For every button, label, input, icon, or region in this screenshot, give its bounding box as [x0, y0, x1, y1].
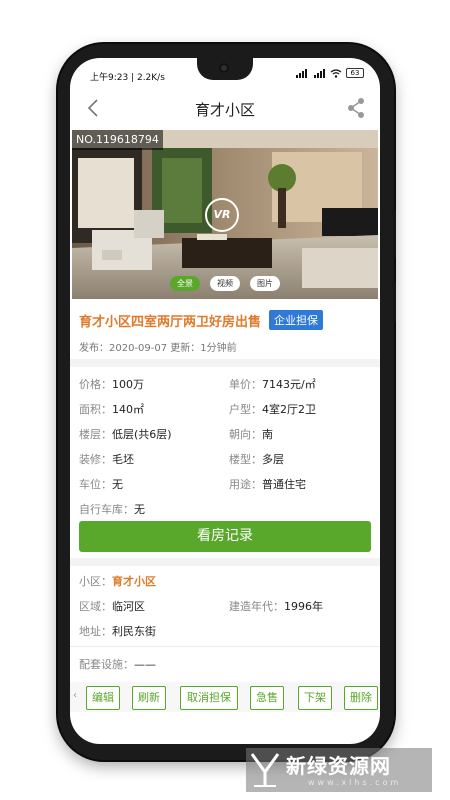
viewing-record-button[interactable]: 看房记录: [79, 521, 371, 552]
section-divider: [70, 359, 380, 367]
watermark-url: www.xlhs.com: [308, 778, 402, 787]
detail-decoration: 装修：毛坯: [79, 453, 134, 466]
detail-area: 面积：140㎡: [79, 403, 144, 416]
detail-building-type: 楼型：多层: [229, 453, 284, 466]
detail-price: 价格：100万: [79, 378, 144, 391]
watermark-logo: [250, 753, 280, 787]
detail-bike-garage: 自行车库：无: [79, 503, 145, 516]
listing-number: NO.119618794: [72, 130, 163, 150]
delete-button[interactable]: 删除: [344, 686, 378, 710]
nav-bar: 育才小区: [70, 92, 380, 126]
listing-title-row: 育才小区四室两厅两卫好房出售 企业担保: [79, 310, 324, 330]
wifi-icon: [330, 68, 342, 78]
refresh-button[interactable]: 刷新: [132, 686, 166, 710]
scroll-left-icon[interactable]: ‹: [73, 690, 77, 701]
detail-layout: 户型：4室2厅2卫: [229, 403, 316, 416]
front-camera: [219, 63, 229, 73]
community-name: 小区：育才小区: [79, 575, 156, 588]
row-divider: [70, 646, 380, 647]
community-build-year: 建造年代：1996年: [229, 600, 323, 613]
status-time: 上午9:23 | 2.2K/s: [90, 73, 165, 83]
detail-orientation: 朝向：南: [229, 428, 273, 441]
guarantee-badge: 企业担保: [269, 310, 324, 330]
detail-parking: 车位：无: [79, 478, 123, 491]
edit-button[interactable]: 编辑: [86, 686, 120, 710]
volume-button: [393, 282, 396, 322]
battery-icon: 63: [346, 68, 364, 78]
vr-icon[interactable]: VR: [205, 198, 239, 232]
action-bar: ‹ 编辑 刷新 取消担保 急售 下架 删除: [70, 682, 380, 712]
tab-photos[interactable]: 图片: [250, 276, 280, 291]
detail-usage: 用途：普通住宅: [229, 478, 306, 491]
page-title: 育才小区: [194, 101, 255, 119]
detail-unit-price: 单价：7143元/㎡: [229, 378, 316, 391]
signal-icon: [296, 68, 307, 78]
publish-info: 发布：2020-09-07 更新：1分钟前: [79, 343, 237, 354]
listing-title: 育才小区四室两厅两卫好房出售: [79, 314, 262, 330]
power-button: [393, 210, 396, 258]
unlist-button[interactable]: 下架: [298, 686, 332, 710]
watermark-text: 新绿资源网: [286, 754, 391, 778]
share-icon[interactable]: [346, 97, 366, 119]
media-tabs: 全景 视频 图片: [70, 276, 380, 291]
cancel-guarantee-button[interactable]: 取消担保: [180, 686, 238, 710]
community-district: 区域：临河区: [79, 600, 145, 613]
detail-floor: 楼层：低层(共6层): [79, 428, 172, 441]
tab-video[interactable]: 视频: [210, 276, 240, 291]
section-divider-2: [70, 558, 380, 566]
tab-panorama[interactable]: 全景: [170, 276, 200, 291]
community-address: 地址：利民东街: [79, 625, 156, 638]
community-facilities: 配套设施：——: [79, 658, 156, 671]
signal-icon-2: [314, 68, 325, 78]
watermark: 新绿资源网 www.xlhs.com: [246, 748, 432, 792]
urgent-sale-button[interactable]: 急售: [250, 686, 284, 710]
screen: 上午9:23 | 2.2K/s 63 育才小区 NO.119618794 VR …: [70, 58, 380, 744]
